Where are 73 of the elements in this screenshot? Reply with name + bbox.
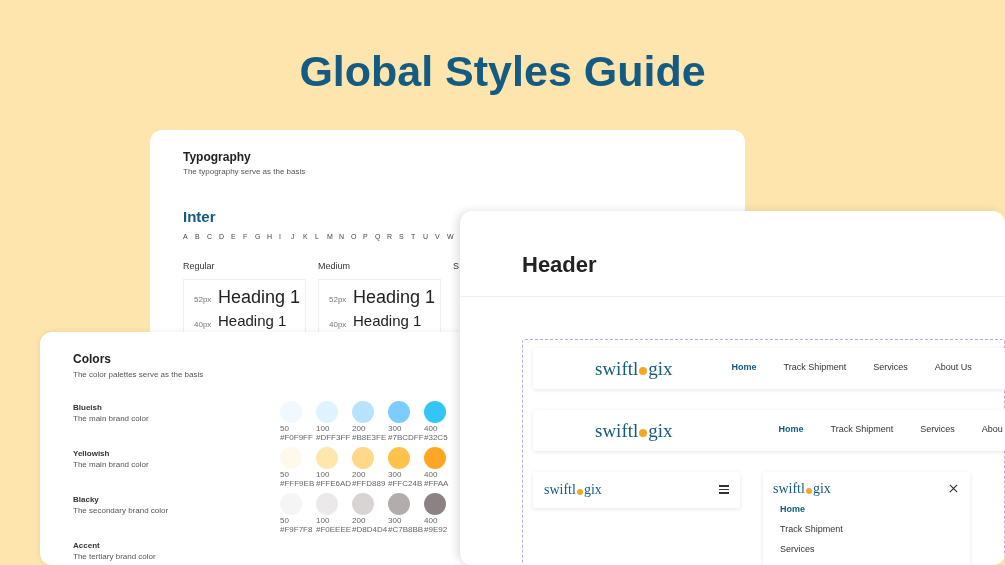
swatch-step: 400 bbox=[424, 425, 438, 433]
weight-label: Regular bbox=[183, 260, 215, 274]
weight-label: S bbox=[453, 260, 459, 274]
nav-link[interactable]: Home bbox=[731, 361, 757, 375]
logo: swiftl gix bbox=[595, 420, 673, 440]
logo: swiftl gix bbox=[773, 481, 831, 496]
swatch-hex: #F9F7F8 bbox=[280, 526, 313, 534]
swatch-step: 300 bbox=[388, 471, 402, 479]
swatch-step: 50 bbox=[280, 517, 289, 525]
palette-name: Yellowish bbox=[73, 449, 110, 459]
nav-link[interactable]: Services bbox=[873, 361, 908, 375]
swatch-step: 100 bbox=[316, 517, 330, 525]
nav-link[interactable]: Home bbox=[778, 423, 804, 437]
section-title: Header bbox=[522, 251, 598, 279]
palette-name: Accent bbox=[73, 541, 100, 551]
nav-link[interactable]: Abou bbox=[981, 423, 1003, 437]
swatch-hex: #7BCDFF bbox=[388, 434, 424, 442]
palette-description: The secondary brand color bbox=[73, 506, 169, 516]
swatch-step: 300 bbox=[388, 517, 402, 525]
swatch-step: 400 bbox=[424, 471, 438, 479]
close-icon[interactable] bbox=[949, 484, 958, 493]
palette-description: The main brand color bbox=[73, 460, 149, 470]
palette-description: The tertiary brand color bbox=[73, 552, 156, 562]
swatch-hex: #C7B8BB bbox=[388, 526, 424, 534]
swatch-step: 300 bbox=[388, 425, 402, 433]
logo: swiftl gix bbox=[595, 358, 673, 378]
sample-text: Heading 1 bbox=[218, 312, 287, 331]
nav-link[interactable]: Services bbox=[920, 423, 955, 437]
swatch-hex: #B8E3FE bbox=[352, 434, 387, 442]
section-title: Colors bbox=[73, 352, 112, 367]
palette-name: Blacky bbox=[73, 495, 99, 505]
swatch-hex: #FFE6AD bbox=[316, 480, 352, 488]
size-label: 52px bbox=[194, 294, 213, 306]
swatch-step: 100 bbox=[316, 425, 330, 433]
nav-link[interactable]: Services bbox=[780, 544, 960, 554]
swatch-step: 100 bbox=[316, 471, 330, 479]
sample-text: Heading 1 bbox=[218, 285, 301, 309]
size-label: 52px bbox=[329, 294, 348, 306]
swatch-step: 50 bbox=[280, 471, 289, 479]
swatch-hex: #FFC24B bbox=[388, 480, 423, 488]
swatch-step: 200 bbox=[352, 425, 366, 433]
swatch-hex: #FFF9EB bbox=[280, 480, 315, 488]
swatch-step: 50 bbox=[280, 425, 289, 433]
palette-name: Blueish bbox=[73, 403, 102, 413]
sample-text: Heading 1 bbox=[353, 312, 422, 331]
nav-link[interactable]: Track Shipment bbox=[780, 524, 960, 534]
weight-label: Medium bbox=[318, 260, 350, 274]
sample-text: Heading 1 bbox=[353, 285, 436, 309]
size-label: 40px bbox=[329, 318, 348, 331]
palette-description: The main brand color bbox=[73, 414, 149, 424]
swatch-hex: #FFAA bbox=[424, 480, 449, 488]
section-title: Typography bbox=[183, 150, 252, 165]
font-name: Inter bbox=[183, 208, 217, 227]
swatch-hex: #F0F9FF bbox=[280, 434, 313, 442]
swatch-hex: #DFF3FF bbox=[316, 434, 351, 442]
page-title: Global Styles Guide bbox=[299, 50, 706, 93]
nav-link[interactable]: Track Shipment bbox=[783, 361, 847, 375]
nav-link[interactable]: About Us bbox=[934, 361, 972, 375]
nav-link[interactable]: Track Shipment bbox=[830, 423, 894, 437]
nav-link[interactable]: Home bbox=[780, 504, 960, 514]
swatch-step: 200 bbox=[352, 471, 366, 479]
swatch-step: 200 bbox=[352, 517, 366, 525]
swatch-step: 400 bbox=[424, 517, 438, 525]
menu-icon[interactable] bbox=[719, 485, 729, 494]
swatch-hex: #F0EEEE bbox=[316, 526, 352, 534]
logo: swiftl gix bbox=[544, 482, 602, 497]
swatch-hex: #FFD889 bbox=[352, 480, 386, 488]
section-subtitle: The color palettes serve as the basis bbox=[73, 369, 204, 381]
swatch-hex: #D8D4D4 bbox=[352, 526, 388, 534]
size-label: 40px bbox=[194, 318, 213, 331]
swatch-hex: #9E92 bbox=[424, 526, 448, 534]
section-subtitle: The typography serve as the basis bbox=[183, 166, 306, 178]
swatch-hex: #32C5 bbox=[424, 434, 448, 442]
